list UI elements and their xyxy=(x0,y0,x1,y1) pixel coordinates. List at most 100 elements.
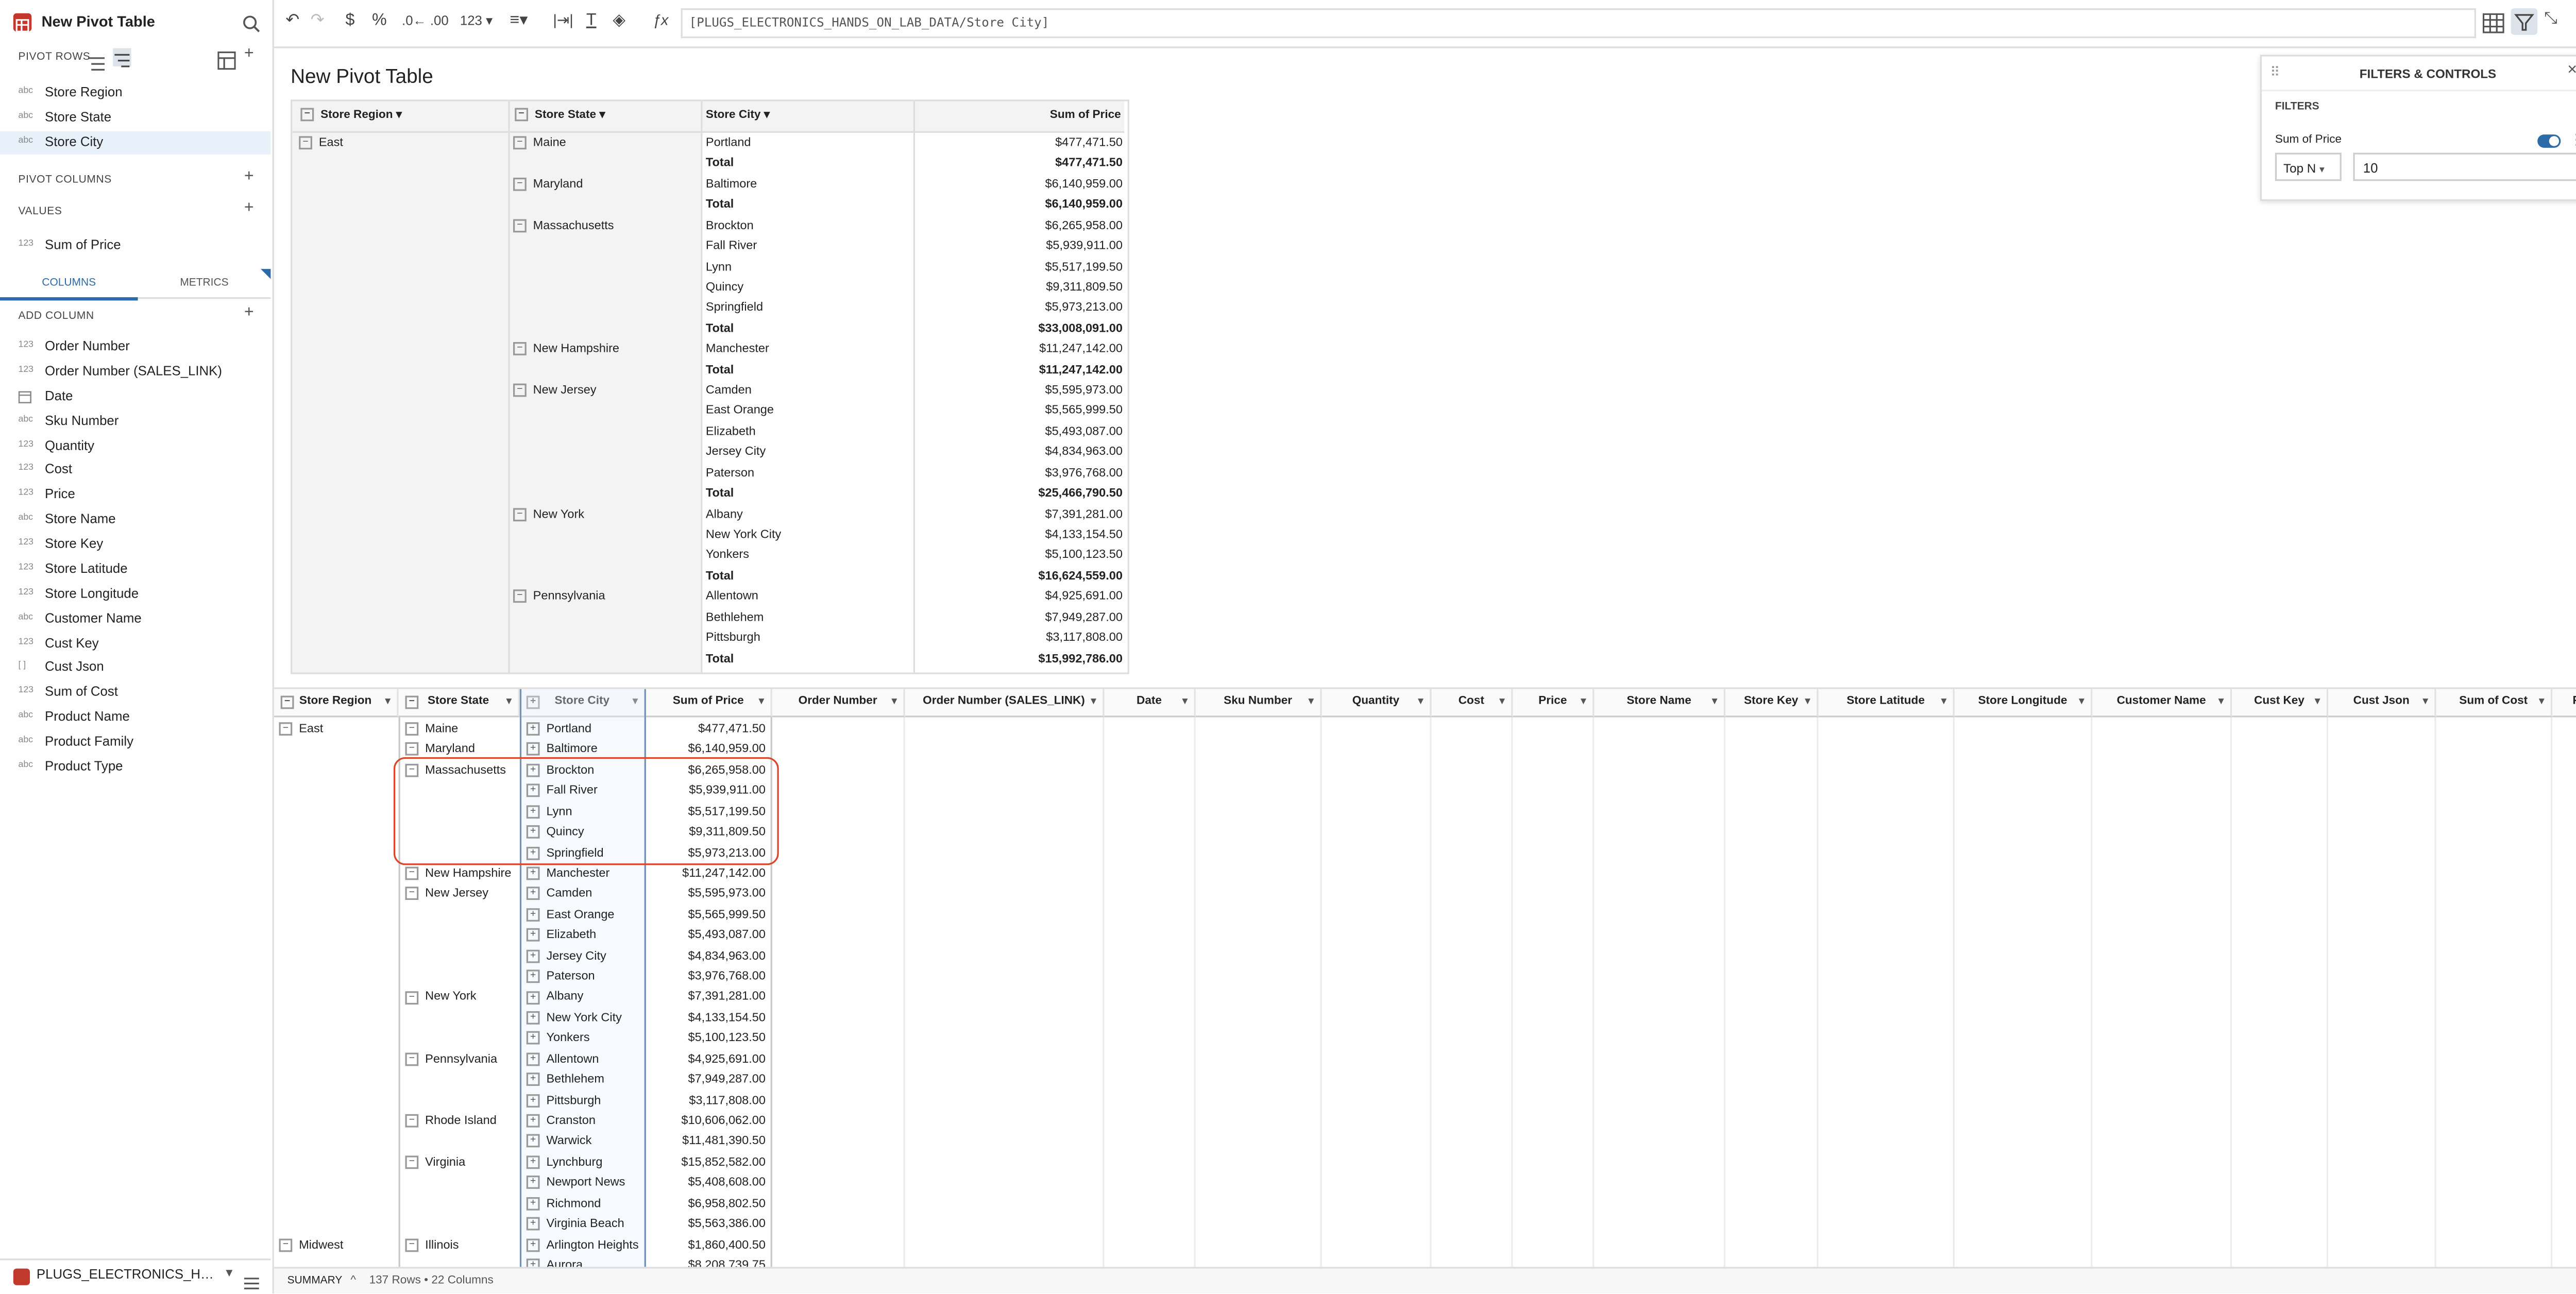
expand-icon[interactable]: + xyxy=(526,928,540,942)
collapse-icon[interactable]: − xyxy=(279,1238,293,1252)
table-view-icon[interactable] xyxy=(2482,12,2504,42)
expand-icon[interactable]: + xyxy=(526,1114,540,1128)
column-header[interactable]: Store Latitude ▾ xyxy=(1818,689,1955,718)
column-header[interactable]: Sku Number ▾ xyxy=(1195,689,1322,718)
chevron-down-icon[interactable]: ▾ xyxy=(1091,689,1096,716)
column-header[interactable]: Store Longitude ▾ xyxy=(1954,689,2093,718)
column-item[interactable]: 123 Cust Key xyxy=(0,632,270,655)
expand-icon[interactable]: + xyxy=(526,1217,540,1231)
city-cell[interactable]: + Albany xyxy=(526,987,583,1007)
expand-icon[interactable]: + xyxy=(526,866,540,880)
column-item[interactable]: abc Product Type xyxy=(0,755,270,778)
collapse-icon[interactable]: − xyxy=(405,743,419,757)
column-item[interactable]: 123 Cost xyxy=(0,459,270,482)
city-cell[interactable]: + Virginia Beach xyxy=(526,1214,624,1234)
formula-bar[interactable]: [PLUGS_ELECTRONICS_HANDS_ON_LAB_DATA/Sto… xyxy=(681,8,2476,39)
expand-icon[interactable]: + xyxy=(526,722,540,736)
filter-toggle[interactable] xyxy=(2537,134,2561,148)
decrease-decimals-icon[interactable]: .0← xyxy=(402,13,426,28)
pivot-state-cell[interactable]: − Massachusetts xyxy=(513,215,614,235)
expand-icon[interactable]: + xyxy=(526,908,540,922)
filter-mode-select[interactable]: Top N ▾ xyxy=(2275,152,2342,181)
city-cell[interactable]: + Yonkers xyxy=(526,1028,590,1048)
currency-format-icon[interactable]: $ xyxy=(345,12,354,30)
column-header[interactable]: Store Key ▾ xyxy=(1725,689,1819,718)
tree-view-icon[interactable] xyxy=(113,48,131,67)
data-source-name[interactable]: PLUGS_ELECTRONICS_HAN... xyxy=(37,1267,219,1282)
column-item[interactable]: 123 Order Number xyxy=(0,335,270,359)
chevron-down-icon[interactable]: ▾ xyxy=(1309,689,1314,716)
column-item[interactable]: 123 Store Longitude xyxy=(0,583,270,606)
expand-icon[interactable]: + xyxy=(526,990,540,1004)
collapse-icon[interactable]: − xyxy=(405,990,419,1004)
expand-icon[interactable]: + xyxy=(526,1197,540,1210)
chevron-down-icon[interactable]: ▾ xyxy=(1941,689,1946,716)
chevron-down-icon[interactable]: ▾ xyxy=(1418,689,1423,716)
column-header[interactable]: − Store State ▾ xyxy=(398,689,520,718)
expand-icon[interactable]: + xyxy=(526,949,540,963)
collapse-icon[interactable]: − xyxy=(405,887,419,901)
city-cell[interactable]: + Lynchburg xyxy=(526,1152,602,1172)
collapse-icon[interactable]: − xyxy=(405,1052,419,1066)
city-cell[interactable]: + East Orange xyxy=(526,905,615,925)
undo-icon[interactable]: ↶ xyxy=(285,12,299,30)
city-cell[interactable]: + Richmond xyxy=(526,1193,601,1213)
pivot-row-item[interactable]: abc Store State xyxy=(0,106,270,129)
collapse-icon[interactable]: − xyxy=(299,136,312,150)
tab-metrics[interactable]: METRICS xyxy=(138,269,271,299)
chevron-down-icon[interactable]: ▾ xyxy=(2423,689,2428,716)
list-view-icon[interactable] xyxy=(88,50,105,80)
collapse-icon[interactable]: − xyxy=(513,383,527,397)
collapse-icon[interactable]: ⤡ xyxy=(2544,10,2557,28)
collapse-icon[interactable]: − xyxy=(405,722,419,736)
column-header[interactable]: Order Number (SALES_LINK) ▾ xyxy=(905,689,1105,718)
state-cell[interactable]: − New Jersey xyxy=(405,884,488,904)
expand-icon[interactable]: + xyxy=(526,743,540,757)
expand-icon[interactable]: + xyxy=(526,1135,540,1148)
column-header[interactable]: P xyxy=(2552,689,2576,718)
column-header[interactable]: Date ▾ xyxy=(1104,689,1196,718)
collapse-icon[interactable]: − xyxy=(513,507,527,521)
chevron-down-icon[interactable]: ▾ xyxy=(1182,689,1188,716)
state-cell[interactable]: − New Hampshire xyxy=(405,863,511,883)
add-pivot-row-icon[interactable]: + xyxy=(244,45,254,63)
column-item[interactable]: 123 Store Key xyxy=(0,533,270,556)
state-cell[interactable]: − Rhode Island xyxy=(405,1111,497,1131)
city-cell[interactable]: + Cranston xyxy=(526,1111,596,1131)
pivot-state-cell[interactable]: − Pennsylvania xyxy=(513,587,605,607)
state-cell[interactable]: − Virginia xyxy=(405,1152,465,1172)
collapse-icon[interactable]: − xyxy=(300,108,314,122)
column-item[interactable]: 123 Order Number (SALES_LINK) xyxy=(0,360,270,383)
chevron-down-icon[interactable]: ▾ xyxy=(2079,689,2084,716)
collapse-icon[interactable]: − xyxy=(405,695,419,709)
city-cell[interactable]: + Warwick xyxy=(526,1131,591,1151)
column-header[interactable]: Cust Json ▾ xyxy=(2328,689,2436,718)
chevron-down-icon[interactable]: ▾ xyxy=(2218,689,2224,716)
column-item[interactable]: abc Customer Name xyxy=(0,607,270,631)
chevron-down-icon[interactable]: ▾ xyxy=(1500,689,1505,716)
layout-icon[interactable] xyxy=(217,48,236,78)
city-cell[interactable]: + Allentown xyxy=(526,1049,599,1069)
number-format-dropdown[interactable]: 123 ▾ xyxy=(460,13,493,28)
column-header[interactable]: − Store Region ▾ xyxy=(274,689,399,718)
column-item[interactable]: abc Store Name xyxy=(0,508,270,532)
add-column-icon[interactable]: + xyxy=(244,304,254,322)
chevron-down-icon[interactable]: ▾ xyxy=(2315,689,2320,716)
summary-toggle[interactable]: SUMMARY xyxy=(287,1275,343,1287)
collapse-icon[interactable]: − xyxy=(513,136,527,150)
column-item[interactable]: abc Product Family xyxy=(0,731,270,754)
column-header[interactable]: Sum of Price ▾ xyxy=(646,689,772,718)
region-cell[interactable]: − Midwest xyxy=(279,1235,343,1255)
city-cell[interactable]: + Portland xyxy=(526,719,591,739)
city-cell[interactable]: + Baltimore xyxy=(526,740,598,760)
region-cell[interactable]: − East xyxy=(279,719,323,739)
chevron-down-icon[interactable]: ▾ xyxy=(2539,689,2544,716)
expand-icon[interactable]: + xyxy=(526,1011,540,1025)
more-options-icon[interactable]: ⋮ xyxy=(2574,8,2576,26)
expand-icon[interactable]: + xyxy=(526,1176,540,1189)
chevron-down-icon[interactable]: ▾ xyxy=(1805,689,1810,716)
column-item[interactable]: 123 Quantity xyxy=(0,434,270,457)
chevron-down-icon[interactable]: ▾ xyxy=(759,689,764,716)
increase-decimals-icon[interactable]: .00 xyxy=(430,13,449,28)
expand-icon[interactable]: + xyxy=(526,1031,540,1045)
